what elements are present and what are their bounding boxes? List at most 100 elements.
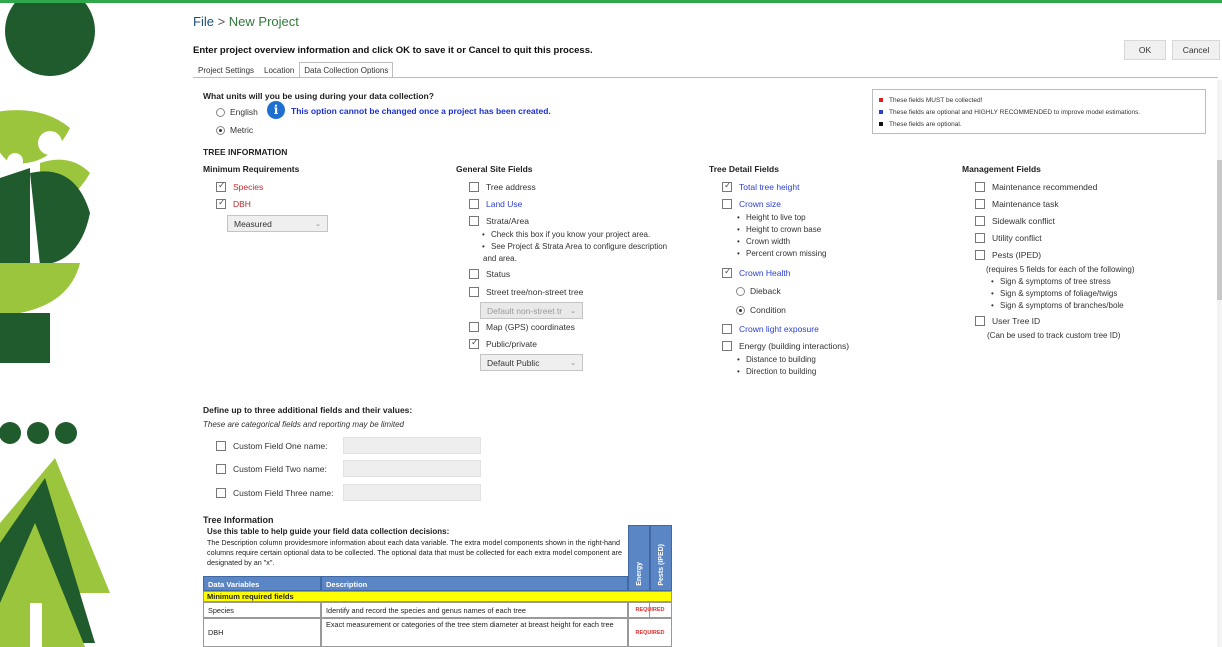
custom-field-one-label: Custom Field One name: [233, 441, 328, 451]
units-english-option[interactable]: English [216, 107, 258, 117]
energy-field[interactable]: Energy (building interactions) [722, 341, 849, 351]
gps-field[interactable]: Map (GPS) coordinates [469, 322, 575, 332]
dbh-field[interactable]: DBH [216, 197, 251, 209]
breadcrumb: File > New Project [193, 14, 299, 29]
public-private-field[interactable]: Public/private [469, 337, 537, 349]
custom-field-two-checkbox[interactable] [216, 464, 226, 474]
metric-radio[interactable] [216, 125, 225, 135]
public-private-default-value: Default Public [487, 357, 540, 368]
energy-checkbox[interactable] [722, 341, 732, 351]
street-tree-label: Street tree/non-street tree [486, 287, 584, 297]
dieback-radio[interactable] [736, 286, 745, 296]
units-metric-option[interactable]: Metric [216, 125, 253, 135]
ok-button[interactable]: OK [1124, 40, 1166, 60]
crown-size-bullet: Height to crown base [737, 225, 821, 234]
public-private-checkbox[interactable] [469, 337, 479, 349]
crown-light-field[interactable]: Crown light exposure [722, 324, 819, 334]
dbh-label: DBH [233, 199, 251, 209]
species-field[interactable]: Species [216, 180, 264, 192]
gps-checkbox[interactable] [469, 322, 479, 332]
dieback-option[interactable]: Dieback [736, 286, 781, 296]
crown-light-checkbox[interactable] [722, 324, 732, 334]
custom-field-one[interactable]: Custom Field One name: [216, 441, 327, 451]
maintenance-task-field[interactable]: Maintenance task [975, 199, 1059, 209]
custom-field-three-input[interactable] [343, 484, 481, 501]
street-tree-checkbox[interactable] [469, 287, 479, 297]
tab-location[interactable]: Location [259, 62, 299, 78]
species-label: Species [233, 182, 264, 192]
street-tree-default-value: Default non-street tr [487, 305, 563, 316]
breadcrumb-file[interactable]: File [193, 14, 214, 29]
tree-address-field[interactable]: Tree address [469, 182, 536, 192]
legend-text: These fields are optional and HIGHLY REC… [889, 108, 1141, 116]
condition-radio[interactable] [736, 305, 745, 315]
custom-field-three[interactable]: Custom Field Three name: [216, 488, 333, 498]
species-checkbox[interactable] [216, 180, 226, 192]
tree-information-heading: TREE INFORMATION [203, 147, 288, 157]
sidewalk-conflict-checkbox[interactable] [975, 216, 985, 226]
custom-field-two-input[interactable] [343, 460, 481, 477]
total-tree-height-field[interactable]: Total tree height [722, 180, 799, 192]
status-field[interactable]: Status [469, 269, 510, 279]
tab-data-collection-options[interactable]: Data Collection Options [299, 62, 394, 78]
crown-size-field[interactable]: Crown size [722, 199, 781, 209]
public-private-default-select[interactable]: Default Public ⌄ [480, 354, 583, 371]
land-use-field[interactable]: Land Use [469, 199, 522, 209]
custom-field-three-checkbox[interactable] [216, 488, 226, 498]
chevron-down-icon: ⌄ [570, 307, 576, 315]
land-use-checkbox[interactable] [469, 199, 479, 209]
crown-health-checkbox[interactable] [722, 266, 732, 278]
tree-address-checkbox[interactable] [469, 182, 479, 192]
street-tree-field[interactable]: Street tree/non-street tree [469, 287, 583, 297]
legend-item-optional: These fields are optional. [879, 118, 1199, 130]
dbh-checkbox[interactable] [216, 197, 226, 209]
maintenance-task-checkbox[interactable] [975, 199, 985, 209]
chevron-down-icon: ⌄ [315, 220, 321, 228]
maintenance-recommended-field[interactable]: Maintenance recommended [975, 182, 1097, 192]
street-tree-default-select[interactable]: Default non-street tr ⌄ [480, 302, 583, 319]
english-label: English [230, 107, 258, 117]
custom-field-three-label: Custom Field Three name: [233, 488, 334, 498]
crown-size-bullet: Percent crown missing [737, 249, 827, 258]
pests-bullet: Sign & symptoms of foliage/twigs [991, 289, 1117, 298]
english-radio[interactable] [216, 107, 225, 117]
custom-field-one-checkbox[interactable] [216, 441, 226, 451]
utility-conflict-field[interactable]: Utility conflict [975, 233, 1042, 243]
cancel-button[interactable]: Cancel [1172, 40, 1220, 60]
blue-square-icon [879, 110, 883, 114]
black-square-icon [879, 122, 883, 126]
breadcrumb-current-page: New Project [228, 14, 299, 29]
total-tree-height-checkbox[interactable] [722, 180, 732, 192]
strata-note-2: See Project & Strata Area to configure d… [482, 242, 667, 251]
custom-field-one-input[interactable] [343, 437, 481, 454]
scrollbar-thumb[interactable] [1217, 160, 1222, 300]
strata-area-field[interactable]: Strata/Area [469, 216, 529, 226]
crown-size-bullet: Height to live top [737, 213, 806, 222]
top-accent-bar [0, 0, 1222, 3]
crown-size-checkbox[interactable] [722, 199, 732, 209]
table-row-required-tag: REQUIRED [628, 602, 672, 618]
sidewalk-conflict-label: Sidewalk conflict [992, 216, 1055, 226]
legend-text: These fields MUST be collected! [889, 96, 983, 104]
tab-bar: Project Settings Location Data Collectio… [193, 62, 394, 78]
tab-project-settings[interactable]: Project Settings [193, 62, 259, 78]
user-tree-id-field[interactable]: User Tree ID [975, 316, 1040, 326]
dbh-method-value: Measured [234, 218, 272, 229]
user-tree-id-checkbox[interactable] [975, 316, 985, 326]
strata-area-checkbox[interactable] [469, 216, 479, 226]
custom-field-two[interactable]: Custom Field Two name: [216, 464, 327, 474]
sidewalk-conflict-field[interactable]: Sidewalk conflict [975, 216, 1055, 226]
utility-conflict-checkbox[interactable] [975, 233, 985, 243]
crown-health-field[interactable]: Crown Health [722, 266, 791, 278]
table-row-desc: Identify and record the species and genu… [321, 602, 628, 618]
dbh-method-select[interactable]: Measured ⌄ [227, 215, 328, 232]
legend-item-required: These fields MUST be collected! [879, 94, 1199, 106]
status-checkbox[interactable] [469, 269, 479, 279]
pests-note: (requires 5 fields for each of the follo… [986, 265, 1135, 274]
legend-text: These fields are optional. [889, 120, 962, 128]
maintenance-recommended-checkbox[interactable] [975, 182, 985, 192]
pests-field[interactable]: Pests (IPED) [975, 250, 1041, 260]
pests-checkbox[interactable] [975, 250, 985, 260]
condition-option[interactable]: Condition [736, 305, 786, 315]
utility-conflict-label: Utility conflict [992, 233, 1042, 243]
